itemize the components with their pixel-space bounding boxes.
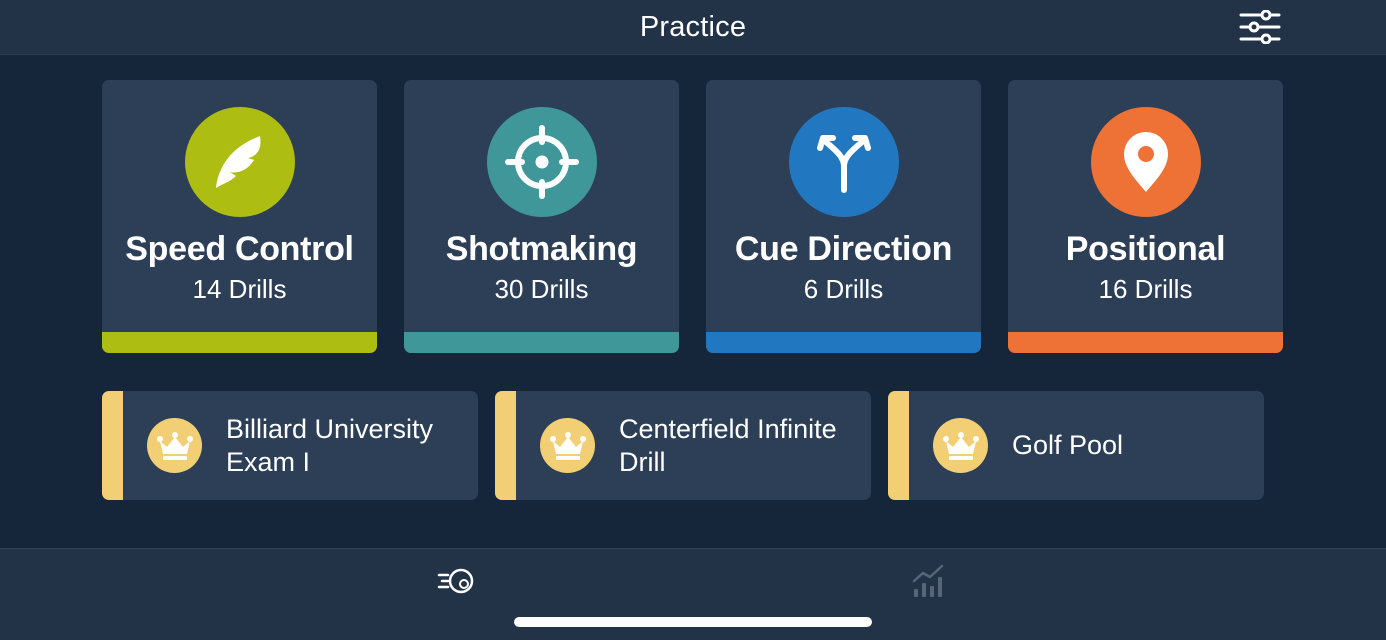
crown-icon (156, 431, 193, 460)
feather-icon (216, 136, 261, 188)
drill-categories: Speed Control 14 Drills Shotmaking 30 Dr… (102, 80, 1284, 353)
program-accent-stripe (495, 391, 516, 500)
category-name: Cue Direction (734, 230, 953, 268)
program-card-centerfield-infinite-drill[interactable]: Centerfield Infinite Drill (495, 391, 871, 500)
program-accent-stripe (102, 391, 123, 500)
drill-count: 30 Drills (494, 274, 589, 304)
crown-icon (549, 431, 586, 460)
category-color-bar (1008, 332, 1283, 353)
sliders-icon (1239, 10, 1281, 44)
crown-badge (147, 418, 202, 473)
split-arrow-icon (817, 135, 871, 193)
category-color-bar (404, 332, 679, 353)
home-indicator (514, 617, 872, 627)
program-card-golf-pool[interactable]: Golf Pool (888, 391, 1264, 500)
top-navigation-bar: Practice (0, 0, 1386, 55)
program-accent-stripe (888, 391, 909, 500)
category-color-bar (102, 332, 377, 353)
category-card-speed-control[interactable]: Speed Control 14 Drills (102, 80, 377, 353)
category-icon-circle (1091, 107, 1201, 217)
category-icon-circle (185, 107, 295, 217)
tab-practice[interactable] (431, 561, 481, 601)
program-card-billiard-university-exam[interactable]: Billiard University Exam I (102, 391, 478, 500)
crosshair-icon (505, 125, 579, 199)
crown-badge (540, 418, 595, 473)
category-card-shotmaking[interactable]: Shotmaking 30 Drills (404, 80, 679, 353)
category-icon-circle (487, 107, 597, 217)
program-title: Billiard University Exam I (226, 413, 434, 477)
map-pin-icon (1124, 132, 1168, 192)
drill-count: 16 Drills (1098, 274, 1193, 304)
category-name: Positional (1065, 230, 1226, 268)
page-title: Practice (639, 10, 747, 43)
category-color-bar (706, 332, 981, 353)
program-title: Centerfield Infinite Drill (619, 413, 837, 477)
moving-ball-icon (437, 568, 474, 594)
bar-chart-icon (912, 564, 944, 597)
program-title: Golf Pool (1012, 430, 1124, 460)
drill-count: 14 Drills (192, 274, 287, 304)
filter-settings-button[interactable] (1238, 9, 1282, 45)
drill-count: 6 Drills (803, 274, 884, 304)
featured-programs: Billiard University Exam I Centerfield I… (102, 391, 1264, 500)
category-icon-circle (789, 107, 899, 217)
crown-badge (933, 418, 988, 473)
category-name: Shotmaking (445, 230, 638, 268)
tab-stats[interactable] (904, 561, 954, 601)
category-card-cue-direction[interactable]: Cue Direction 6 Drills (706, 80, 981, 353)
category-name: Speed Control (125, 230, 354, 268)
crown-icon (942, 431, 979, 460)
category-card-positional[interactable]: Positional 16 Drills (1008, 80, 1283, 353)
